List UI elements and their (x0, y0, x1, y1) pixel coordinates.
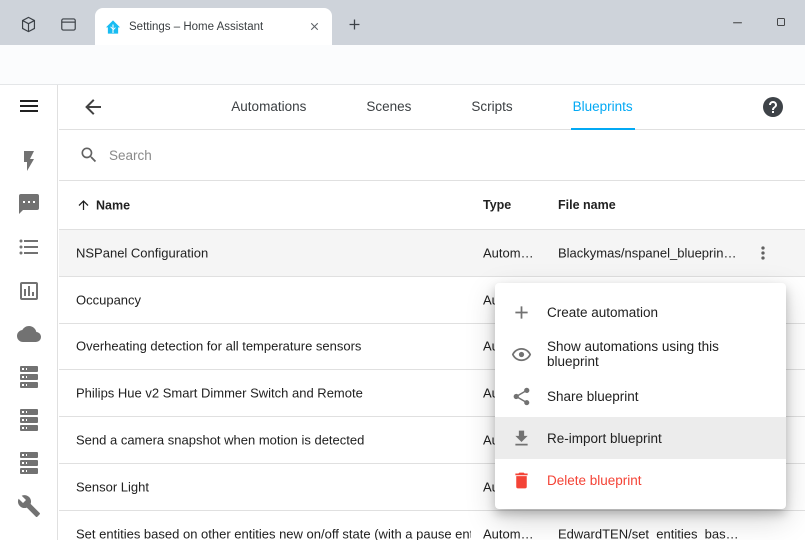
tab-close-icon[interactable] (306, 19, 322, 35)
tab-label: Automations (231, 99, 306, 114)
row-name: Occupancy (76, 292, 141, 307)
row-name: Overheating detection for all temperatur… (76, 339, 361, 354)
server-icon[interactable] (17, 408, 41, 432)
row-name: Send a camera snapshot when motion is de… (76, 433, 364, 448)
column-header-type[interactable]: Type (483, 198, 511, 212)
minimize-button[interactable] (714, 0, 760, 44)
cloud-icon[interactable] (17, 322, 41, 346)
tab-label: Scripts (471, 99, 512, 114)
hamburger-menu-icon[interactable] (17, 94, 41, 118)
search-input[interactable] (109, 148, 805, 163)
ha-sidebar (0, 85, 58, 540)
row-file: Blackymas/nspanel_blueprin… (558, 245, 736, 260)
column-label: Name (96, 198, 130, 212)
menu-item-show-automations[interactable]: Show automations using this blueprint (495, 333, 786, 375)
menu-item-label: Re-import blueprint (547, 431, 662, 446)
browser-window: Settings – Home Assistant Not secure (0, 0, 805, 540)
tab-actions-icon[interactable] (58, 14, 78, 34)
browser-toolbar: Not secure homeassistant.local:8123/... … (0, 45, 805, 85)
maximize-button[interactable] (758, 0, 804, 44)
search-icon (79, 145, 99, 165)
eye-icon (511, 344, 532, 365)
tab-scripts[interactable]: Scripts (469, 85, 514, 130)
ha-header: Automations Scenes Scripts Blueprints (59, 85, 805, 130)
chart-box-icon[interactable] (17, 279, 41, 303)
plus-icon (511, 302, 532, 323)
menu-item-label: Show automations using this blueprint (547, 339, 770, 369)
row-name: Set entities based on other entities new… (76, 526, 471, 540)
column-header-name[interactable]: Name (76, 198, 130, 213)
menu-item-label: Create automation (547, 305, 658, 320)
list-icon[interactable] (17, 235, 41, 259)
menu-item-delete-blueprint[interactable]: Delete blueprint (495, 459, 786, 501)
kebab-dots-icon[interactable] (753, 243, 773, 263)
context-menu: Create automation Show automations using… (495, 283, 786, 509)
column-label: Type (483, 198, 511, 212)
menu-item-label: Share blueprint (547, 389, 639, 404)
search-bar (59, 130, 805, 181)
table-row[interactable]: Set entities based on other entities new… (59, 511, 805, 540)
menu-item-reimport-blueprint[interactable]: Re-import blueprint (495, 417, 786, 459)
server-icon[interactable] (17, 365, 41, 389)
wrench-icon[interactable] (17, 494, 41, 518)
tab-label: Scenes (366, 99, 411, 114)
row-name: Philips Hue v2 Smart Dimmer Switch and R… (76, 386, 363, 401)
home-assistant-favicon (105, 19, 121, 35)
server-icon[interactable] (17, 451, 41, 475)
menu-item-create-automation[interactable]: Create automation (495, 291, 786, 333)
row-name: NSPanel Configuration (76, 245, 208, 260)
arrow-up-icon (76, 198, 91, 213)
help-circle-icon[interactable] (761, 95, 785, 119)
browser-tab[interactable]: Settings – Home Assistant (95, 8, 332, 45)
ha-main: Automations Scenes Scripts Blueprints (59, 85, 805, 540)
tab-title: Settings – Home Assistant (129, 21, 298, 33)
ha-nav-tabs: Automations Scenes Scripts Blueprints (139, 85, 725, 130)
tab-strip: Settings – Home Assistant (0, 0, 805, 45)
menu-item-label: Delete blueprint (547, 473, 642, 488)
column-label: File name (558, 198, 616, 212)
home-assistant-app: Automations Scenes Scripts Blueprints (0, 85, 805, 540)
share-icon (511, 386, 532, 407)
download-icon (511, 428, 532, 449)
column-header-file-name[interactable]: File name (558, 198, 616, 212)
table-header: Name Type File name (59, 181, 805, 230)
row-type: Autom… (483, 245, 534, 260)
row-file: EdwardTEN/set_entities_bas… (558, 526, 739, 540)
tab-blueprints[interactable]: Blueprints (571, 85, 635, 130)
menu-item-share-blueprint[interactable]: Share blueprint (495, 375, 786, 417)
workspaces-icon[interactable] (18, 14, 38, 34)
ha-back-button[interactable] (81, 95, 105, 119)
tab-label: Blueprints (573, 99, 633, 114)
message-icon[interactable] (17, 192, 41, 216)
new-tab-button[interactable] (344, 14, 364, 34)
row-name: Sensor Light (76, 479, 149, 494)
row-type: Autom… (483, 526, 534, 540)
lightning-bolt-icon[interactable] (17, 149, 41, 173)
tab-automations[interactable]: Automations (229, 85, 308, 130)
table-row[interactable]: NSPanel Configuration Autom… Blackymas/n… (59, 230, 805, 277)
delete-icon (511, 470, 532, 491)
tab-scenes[interactable]: Scenes (364, 85, 413, 130)
